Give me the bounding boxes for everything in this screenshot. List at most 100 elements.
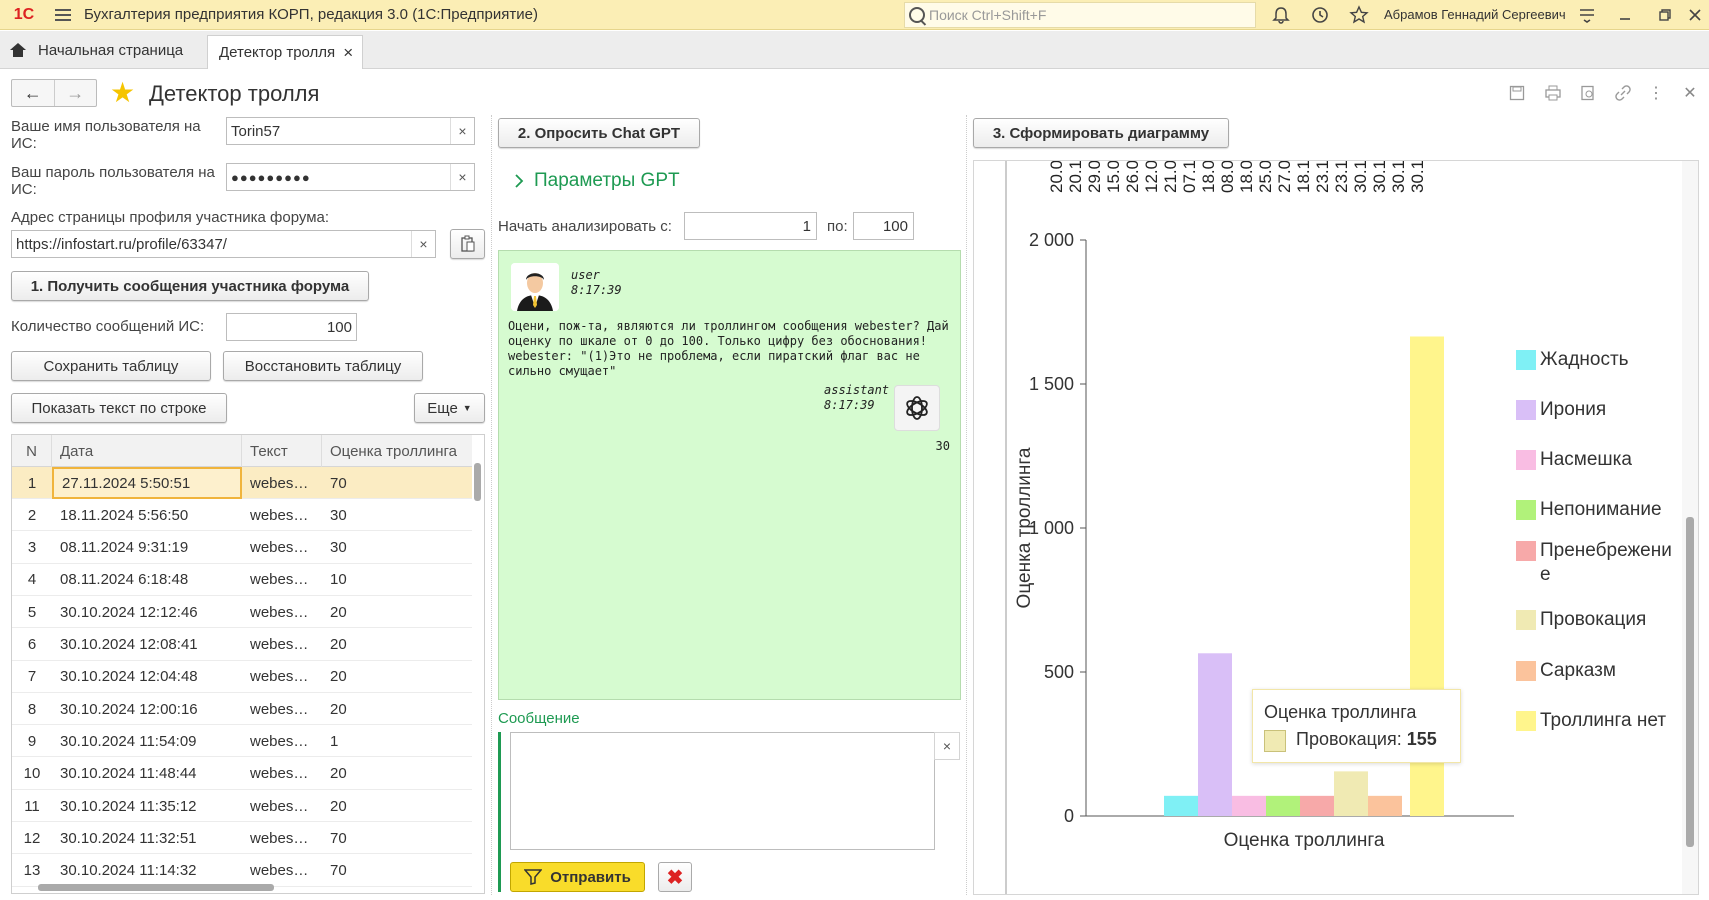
bell-icon[interactable] [1270,4,1292,26]
cancel-button[interactable]: ✖ [658,862,692,892]
table-row[interactable]: 2 18.11.2024 5:56:50 webes… 30 [12,499,472,532]
table-row[interactable]: 4 08.11.2024 6:18:48 webes… 10 [12,564,472,596]
username-field[interactable]: Torin57 × [226,117,475,145]
table-row[interactable]: 10 30.10.2024 11:48:44 webes… 20 [12,758,472,790]
message-accent-bar [498,732,501,892]
save-icon[interactable] [1507,83,1527,103]
cell-text: webes… [250,732,309,750]
tab-troll-detector[interactable]: Детектор тролля × [207,35,363,69]
cell-date: 30.10.2024 12:08:41 [60,636,198,653]
paste-button[interactable] [450,229,485,259]
top-axis-label: 30.1 [1370,161,1389,193]
more-button[interactable]: Еще ▼ [414,393,485,423]
cell-text: webes… [250,506,309,524]
legend-item[interactable]: Непонимание [1516,498,1672,522]
profile-url-value: https://infostart.ru/profile/63347/ [16,235,227,253]
forward-arrow-icon[interactable]: → [53,80,97,106]
link-icon[interactable] [1613,83,1633,103]
clear-password-icon[interactable]: × [450,164,474,190]
table-row[interactable]: 5 30.10.2024 12:12:46 webes… 20 [12,596,472,629]
app-title: Бухгалтерия предприятия КОРП, редакция 3… [84,6,538,23]
favorite-star-icon[interactable]: ★ [110,79,135,107]
clear-message-button[interactable]: × [934,732,960,760]
table-row[interactable]: 8 30.10.2024 12:00:16 webes… 20 [12,693,472,726]
table-horizontal-scrollbar[interactable] [12,881,482,893]
ask-gpt-button[interactable]: 2. Опросить Chat GPT [498,118,700,148]
preview-icon[interactable] [1578,83,1598,103]
count-field[interactable]: 100 [226,313,357,341]
show-text-button[interactable]: Показать текст по строке [11,393,227,423]
favorites-star-icon[interactable] [1348,4,1370,26]
table-row[interactable]: 3 08.11.2024 9:31:19 webes… 30 [12,532,472,564]
table-row[interactable]: 9 30.10.2024 11:54:09 webes… 1 [12,725,472,758]
cell-text: webes… [250,474,309,492]
back-arrow-icon[interactable]: ← [12,80,54,106]
assistant-meta: assistant 8:17:39 [824,383,889,413]
message-input[interactable] [510,732,935,850]
chart-tooltip: Оценка троллинга Провокация: 155 [1252,689,1461,763]
close-window-icon[interactable] [1684,4,1706,26]
print-icon[interactable] [1543,83,1563,103]
table-row[interactable]: 1 27.11.2024 5:50:51 webes… 70 [12,467,472,499]
hscroll-thumb[interactable] [38,884,274,891]
main-menu-icon[interactable] [48,0,78,30]
chat-history: user 8:17:39 Оцени, пож-та, являются ли … [498,250,961,700]
clear-profile-icon[interactable]: × [411,231,435,257]
start-field[interactable]: 1 [684,212,817,240]
cell-score: 20 [330,668,347,686]
global-search-input[interactable]: Поиск Ctrl+Shift+F [904,2,1256,28]
clear-message-icon[interactable]: × [935,733,959,759]
chart-vertical-scrollbar[interactable] [1682,161,1698,894]
to-field[interactable]: 100 [853,212,914,240]
column-text[interactable]: Текст [242,435,322,467]
table-row[interactable]: 11 30.10.2024 11:35:12 webes… 20 [12,790,472,822]
legend-item[interactable]: Ирония [1516,398,1672,422]
legend-item[interactable]: Сарказм [1516,659,1672,683]
chart-scroll-thumb[interactable] [1686,517,1694,847]
messages-table: N Дата Текст Оценка троллинга 1 27.11.202… [11,434,485,894]
send-button[interactable]: Отправить [510,862,645,892]
settings-menu-icon[interactable] [1576,4,1598,26]
top-axis-label: 21.0 [1161,161,1180,193]
legend-item[interactable]: Насмешка [1516,448,1672,472]
y-tick-label: 2 000 [1029,230,1074,250]
more-actions-icon[interactable]: ⋮ [1646,83,1666,103]
legend-item[interactable]: Жадность [1516,348,1672,372]
table-row[interactable]: 12 30.10.2024 11:32:51 webes… 70 [12,822,472,855]
tooltip-value-line: Провокация: 155 [1296,729,1437,749]
profile-url-field[interactable]: https://infostart.ru/profile/63347/ × [11,230,436,258]
restore-table-button[interactable]: Восстановить таблицу [223,351,423,381]
current-user[interactable]: Абрамов Геннадий Сергеевич [1384,7,1566,22]
table-row[interactable]: 7 30.10.2024 12:04:48 webes… 20 [12,661,472,693]
tab-close-icon[interactable]: × [343,43,353,63]
gpt-params-toggle[interactable]: Параметры GPT [514,170,680,192]
legend-item[interactable]: Пренебрежение [1516,539,1672,587]
legend-item[interactable]: Провокация [1516,608,1672,632]
table-vertical-scrollbar[interactable] [472,435,482,893]
column-n[interactable]: N [12,435,52,467]
profile-label: Адрес страницы профиля участника форума: [11,209,330,226]
password-field[interactable]: ●●●●●●●●● × [226,163,475,191]
clear-username-icon[interactable]: × [450,118,474,144]
tabs-bar: Начальная страница Детектор тролля × [0,31,1709,69]
table-row[interactable]: 6 30.10.2024 12:08:41 webes… 20 [12,629,472,661]
cell-text: webes… [250,668,309,686]
legend-label: Пренебрежение [1540,540,1672,585]
cell-score: 20 [330,700,347,718]
restore-window-icon[interactable] [1654,4,1676,26]
save-table-button[interactable]: Сохранить таблицу [11,351,211,381]
close-form-icon[interactable]: ✕ [1680,83,1700,103]
column-date[interactable]: Дата [52,435,242,467]
tab-home[interactable]: Начальная страница [0,31,183,69]
username-value: Torin57 [231,122,281,140]
history-icon[interactable] [1309,4,1331,26]
legend-item[interactable]: Троллинга нет [1516,709,1672,733]
x-axis-title: Оценка троллинга [1224,830,1385,851]
get-messages-button[interactable]: 1. Получить сообщения участника форума [11,271,369,301]
build-chart-button[interactable]: 3. Сформировать диаграмму [973,118,1229,148]
user-meta: user 8:17:39 [571,268,622,298]
minimize-icon[interactable] [1614,4,1636,26]
scroll-thumb[interactable] [474,463,481,501]
top-axis-label: 30.1 [1351,161,1370,193]
column-score[interactable]: Оценка троллинга [322,435,472,467]
